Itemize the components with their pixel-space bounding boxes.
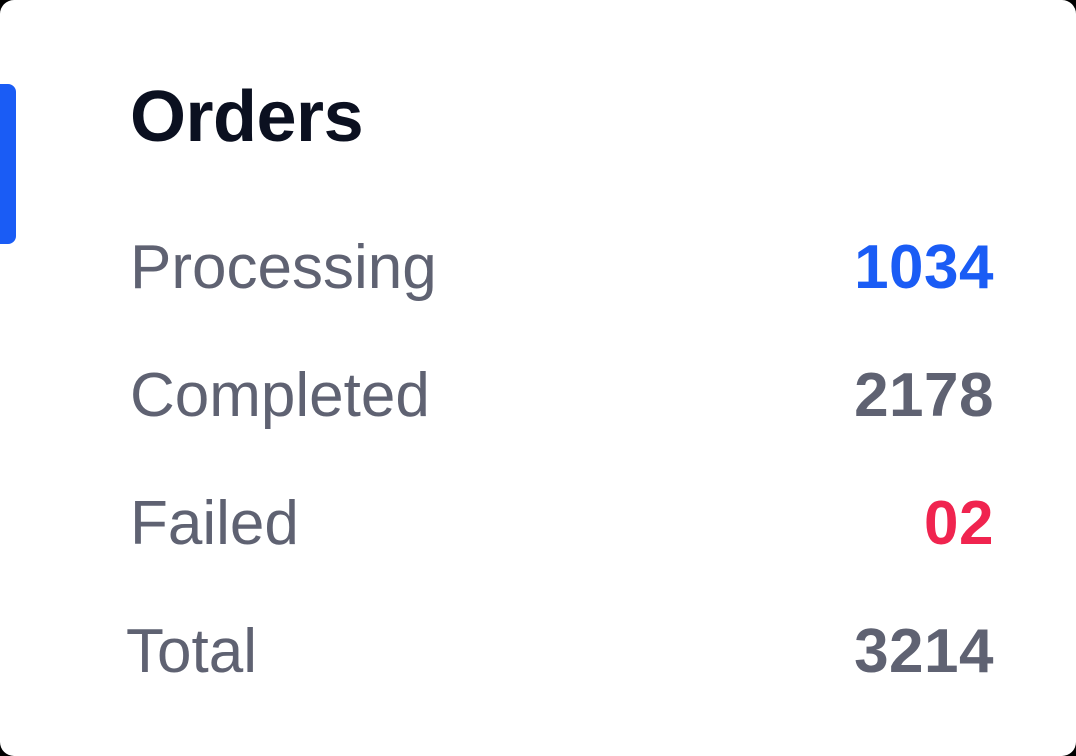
stat-label-processing: Processing <box>130 233 437 302</box>
stat-label-total: Total <box>126 617 257 686</box>
stat-row-failed: Failed 02 <box>126 466 994 594</box>
accent-bar <box>0 84 16 244</box>
card-title: Orders <box>130 77 364 157</box>
orders-card: Orders Processing 1034 Completed 2178 Fa… <box>0 0 1076 756</box>
stats-list: Processing 1034 Completed 2178 Failed 02… <box>126 210 994 722</box>
stat-value-failed: 02 <box>924 489 994 558</box>
stat-label-completed: Completed <box>130 361 430 430</box>
stat-row-completed: Completed 2178 <box>126 338 994 466</box>
stat-value-completed: 2178 <box>854 361 994 430</box>
stat-value-processing: 1034 <box>854 233 994 302</box>
stat-value-total: 3214 <box>854 617 994 686</box>
stat-label-failed: Failed <box>130 489 299 558</box>
stat-row-processing: Processing 1034 <box>126 210 994 338</box>
stat-row-total: Total 3214 <box>126 594 994 722</box>
